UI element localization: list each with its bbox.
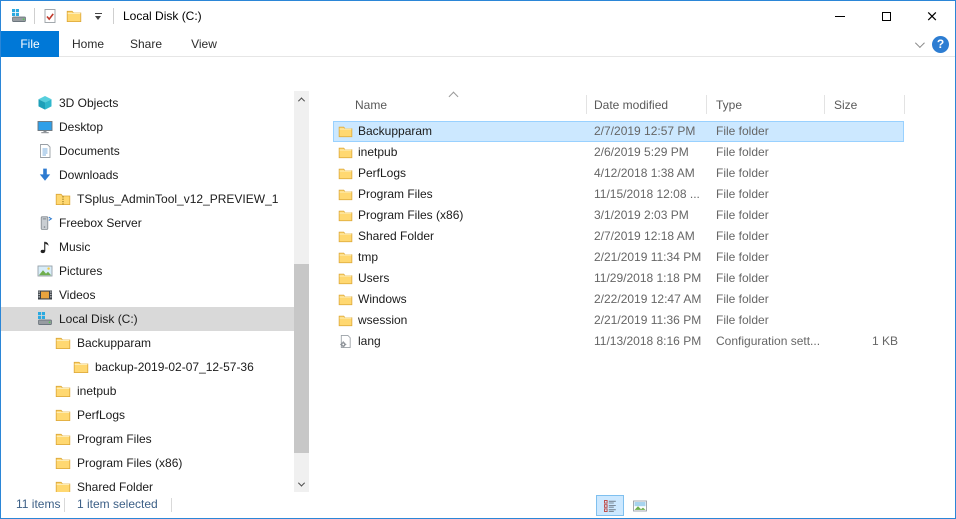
collapse-ribbon-button[interactable]: [915, 37, 922, 51]
chevron-down-icon: [915, 38, 925, 48]
window-drive-icon: [7, 4, 31, 28]
minimize-button[interactable]: [817, 1, 863, 31]
details-view-icon: [602, 498, 618, 514]
tab-share[interactable]: Share: [117, 31, 175, 57]
new-folder-button[interactable]: [62, 4, 86, 28]
toolbar-separator: [113, 8, 114, 24]
maximize-icon: [882, 12, 891, 21]
tab-home[interactable]: Home: [59, 31, 117, 57]
properties-button[interactable]: [38, 4, 62, 28]
selection-count: 1 item selected: [77, 492, 158, 517]
help-button[interactable]: ?: [932, 36, 949, 53]
maximize-button[interactable]: [863, 1, 909, 31]
close-icon: ×: [926, 9, 939, 24]
customize-quick-access-button[interactable]: [86, 4, 110, 28]
new-folder-icon: [66, 8, 82, 24]
quick-access-toolbar: Local Disk (C:): [7, 1, 202, 31]
properties-check-icon: [42, 8, 58, 24]
window-title: Local Disk (C:): [123, 9, 202, 23]
items-count: 11 items: [16, 492, 60, 517]
address-band: ← → ↑ › This PC › Local Disk (C:) › ↻ Se…: [1, 57, 955, 91]
tab-view[interactable]: View: [175, 31, 233, 57]
ribbon-tab-strip: File Home Share View: [1, 31, 955, 57]
toolbar-separator: [34, 8, 35, 24]
explorer-window: Local Disk (C:) × File Home Share View ?…: [0, 0, 956, 519]
title-bar: Local Disk (C:) ×: [1, 1, 955, 31]
tab-file[interactable]: File: [1, 31, 59, 57]
thumbnails-view-icon: [632, 498, 648, 514]
close-button[interactable]: ×: [909, 1, 955, 31]
thumbnails-view-button[interactable]: [626, 495, 654, 516]
minimize-icon: [835, 16, 845, 17]
status-separator: [171, 498, 172, 512]
chevron-down-icon: [89, 13, 107, 20]
status-bar: 11 items 1 item selected: [1, 492, 955, 518]
status-separator: [64, 498, 65, 512]
details-view-button[interactable]: [596, 495, 624, 516]
